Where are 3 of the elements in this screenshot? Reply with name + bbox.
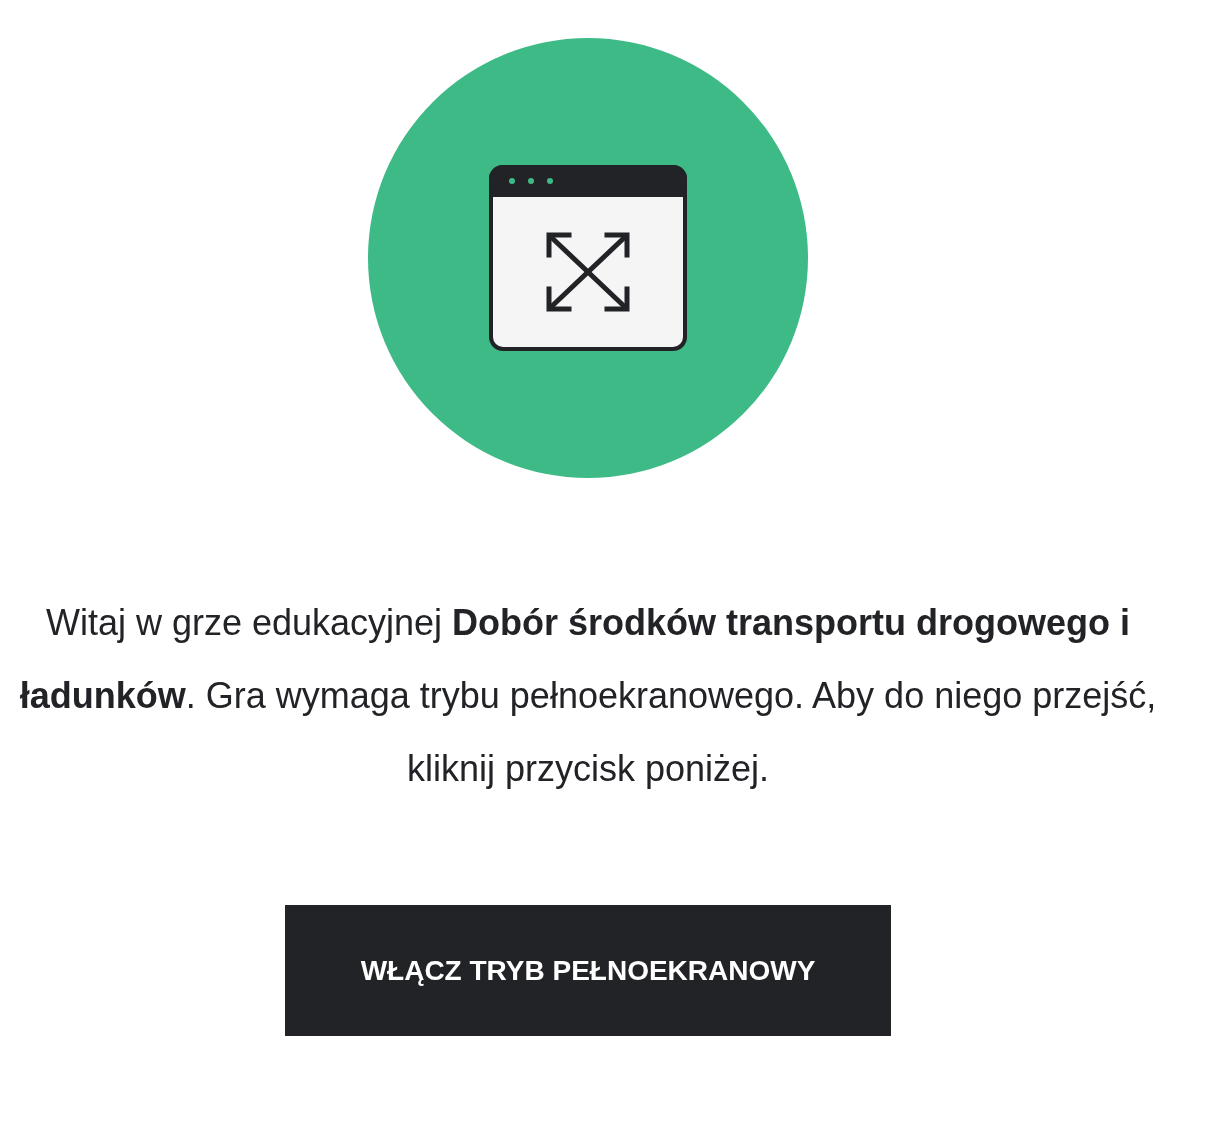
fullscreen-window-icon (489, 165, 687, 351)
intro-paragraph: Witaj w grze edukacyjnej Dobór środków transportu drogowego i ładunków. Gra wymaga trybu pełnoekranowego. Aby do niego przejść, kliknij przycisk poniżej. (18, 601, 1158, 791)
fullscreen-button[interactable]: WŁĄCZ TRYB PEŁNOEKRANOWY (285, 905, 891, 1036)
